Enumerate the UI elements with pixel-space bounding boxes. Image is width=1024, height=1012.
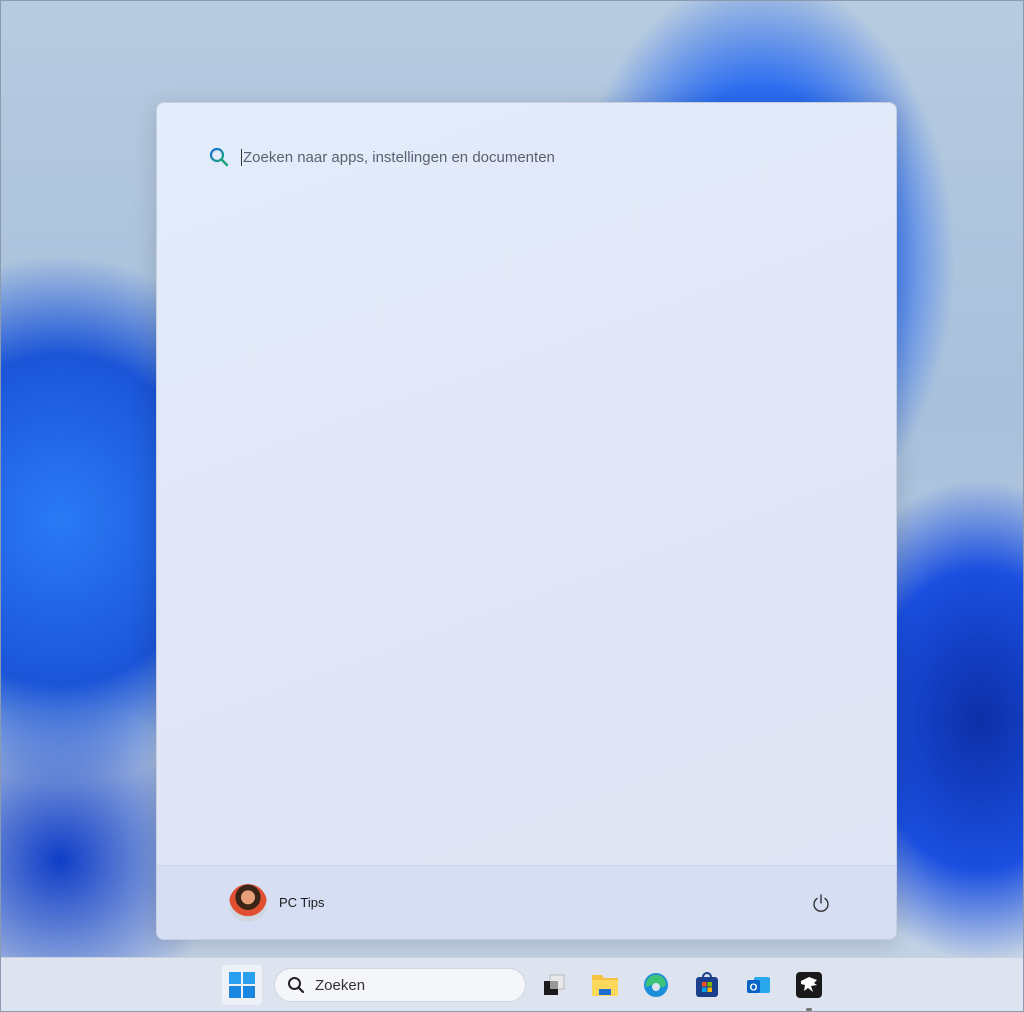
edge-icon — [644, 973, 668, 997]
search-icon — [288, 977, 305, 994]
file-explorer-button[interactable] — [585, 965, 625, 1005]
svg-text:O: O — [750, 983, 758, 994]
eagle-app-icon — [796, 972, 822, 998]
running-indicator — [806, 1008, 812, 1011]
avatar — [229, 883, 267, 922]
user-name: PC Tips — [279, 895, 325, 910]
search-input[interactable] — [241, 148, 761, 166]
search-icon — [209, 147, 229, 167]
taskbar-search-label: Zoeken — [315, 976, 366, 994]
task-view-button[interactable] — [534, 965, 574, 1005]
taskbar-search[interactable]: Zoeken — [274, 968, 526, 1002]
start-search[interactable] — [209, 147, 809, 167]
start-button[interactable] — [222, 965, 262, 1005]
file-explorer-icon — [592, 975, 618, 996]
start-footer: PC Tips — [157, 865, 896, 939]
outlook-button[interactable]: O — [738, 965, 778, 1005]
outlook-icon: O — [747, 977, 770, 994]
user-account-button[interactable]: PC Tips — [229, 883, 325, 922]
store-icon — [696, 972, 718, 997]
store-button[interactable] — [687, 965, 727, 1005]
edge-button[interactable] — [636, 965, 676, 1005]
start-menu: PC Tips — [156, 102, 897, 940]
taskbar: Zoeken O — [0, 957, 1024, 1012]
task-view-icon — [544, 974, 565, 995]
start-icon — [229, 972, 255, 998]
power-button[interactable] — [806, 888, 836, 918]
eagle-app-button[interactable] — [789, 965, 829, 1011]
power-icon — [813, 893, 829, 912]
